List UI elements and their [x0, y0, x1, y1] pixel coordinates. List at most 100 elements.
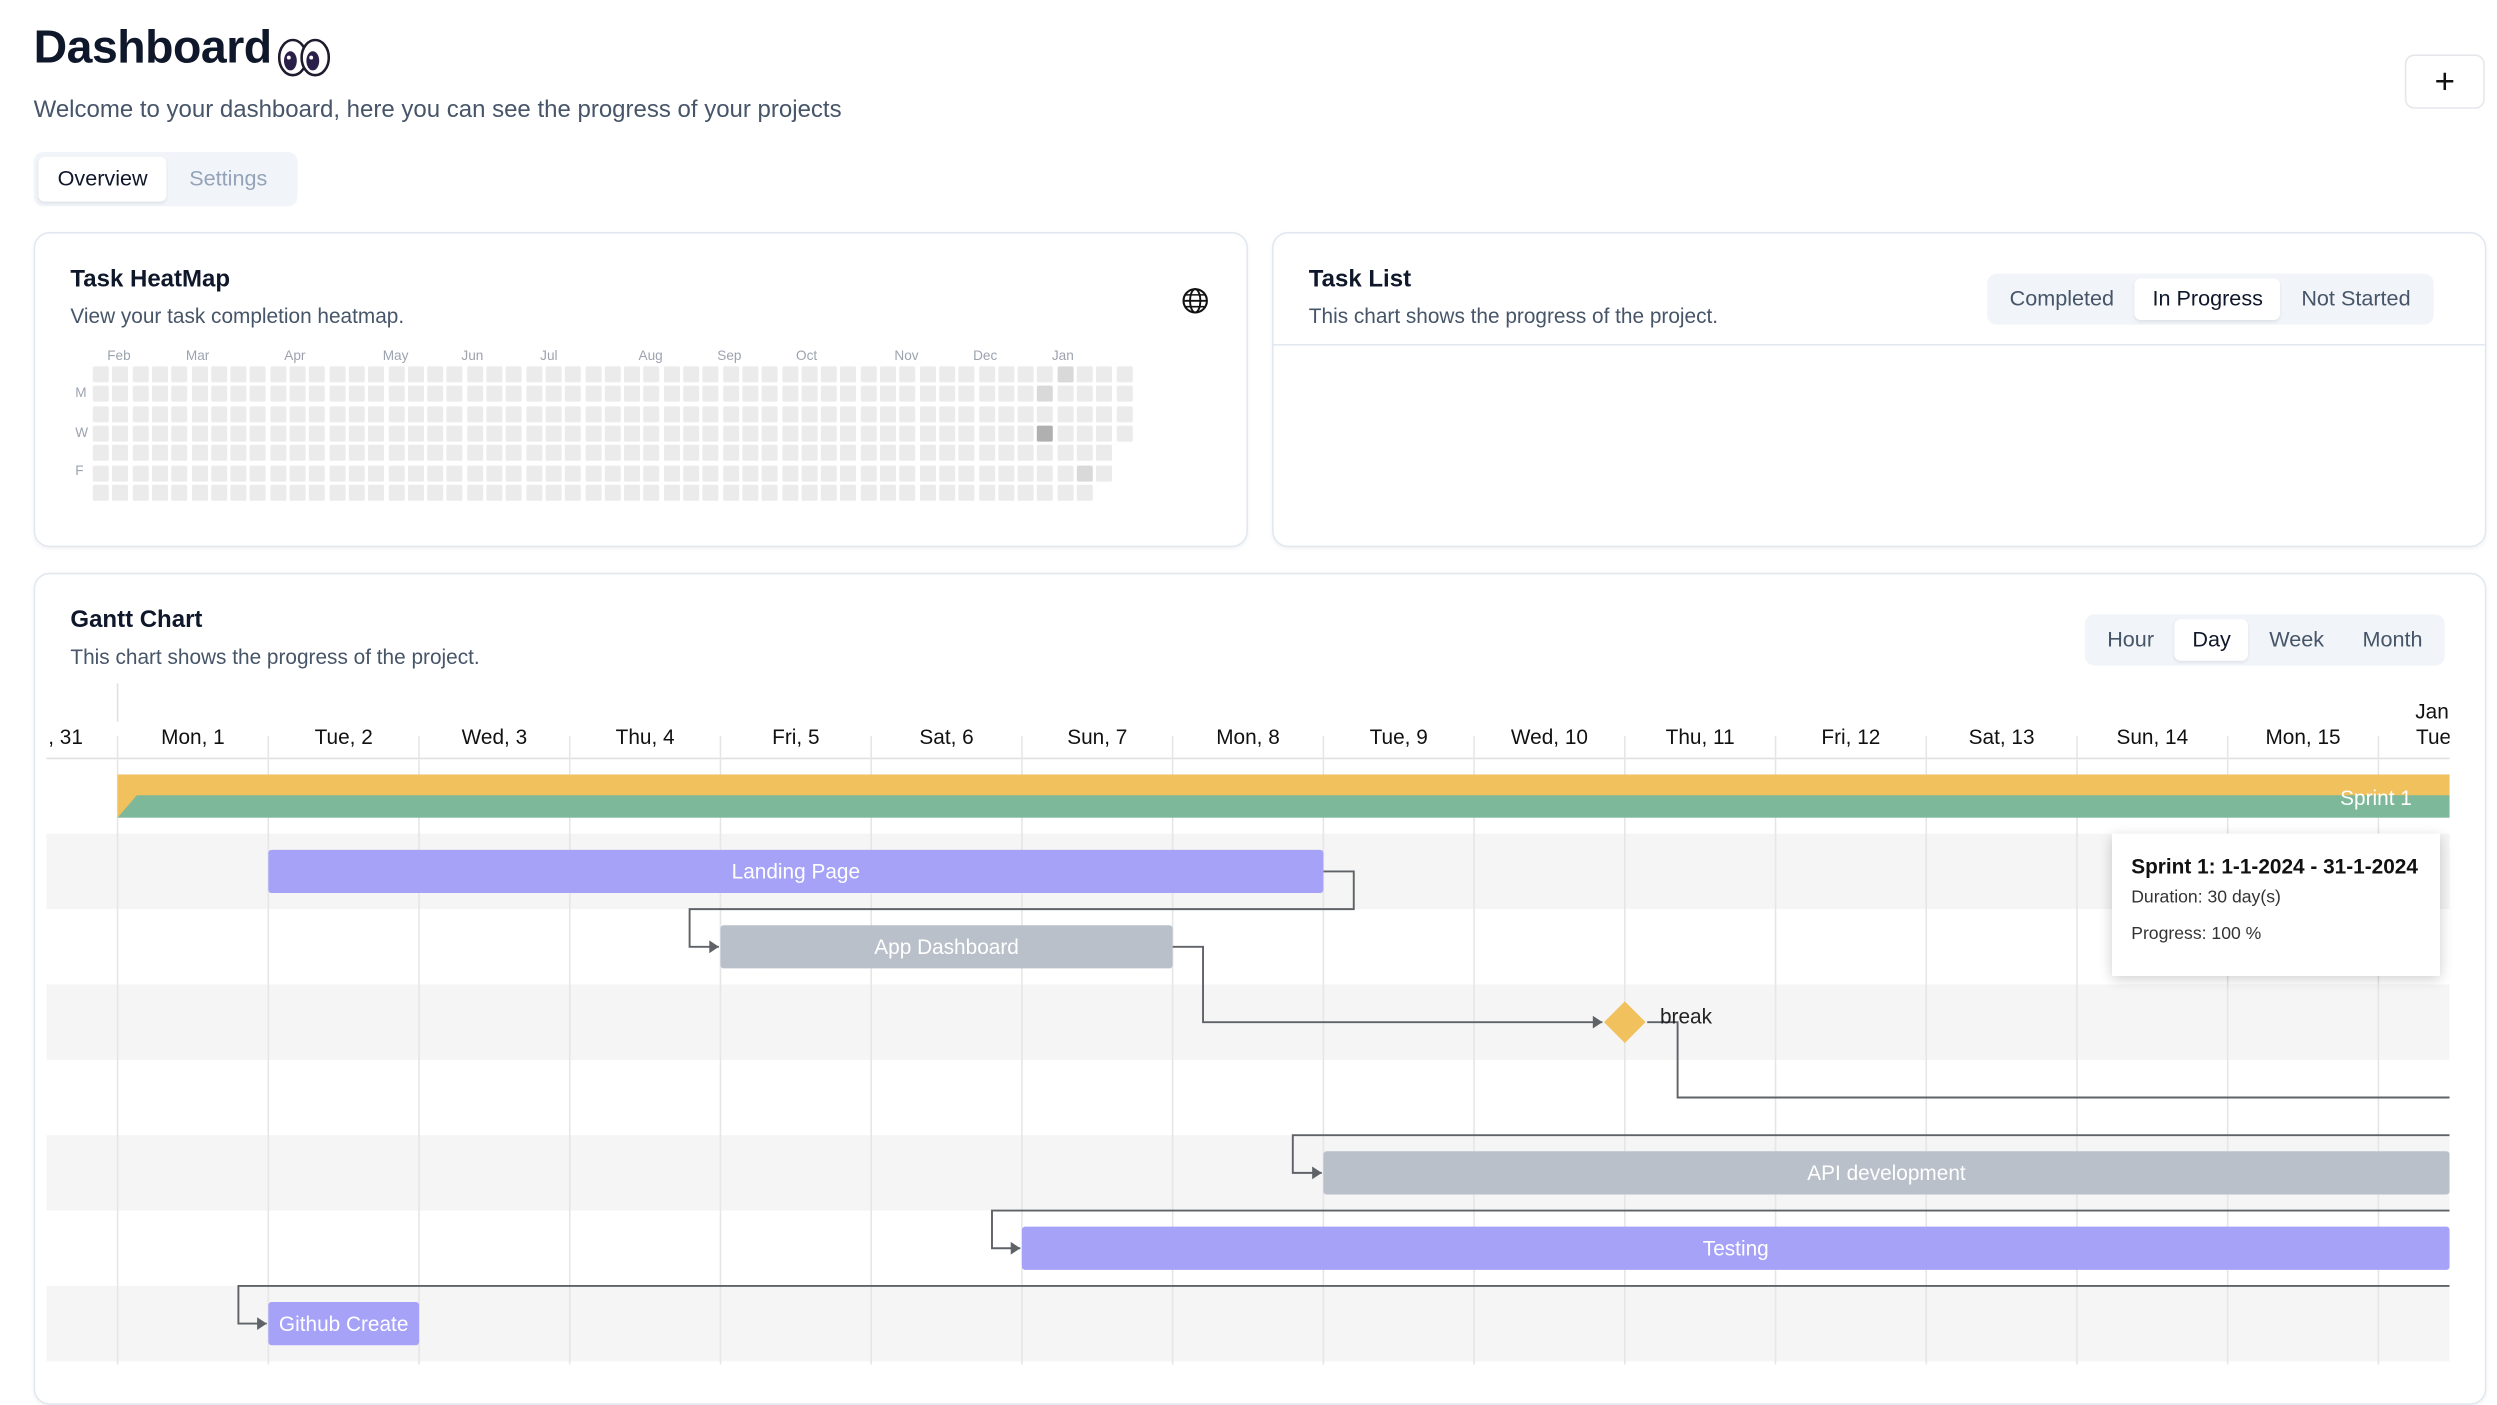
- heatmap-cell[interactable]: [151, 425, 168, 442]
- heatmap-cell[interactable]: [840, 445, 857, 462]
- heatmap-cell[interactable]: [289, 386, 306, 403]
- heatmap-cell[interactable]: [683, 425, 700, 442]
- heatmap-cell[interactable]: [486, 386, 503, 403]
- heatmap-cell[interactable]: [761, 445, 778, 462]
- heatmap-cell[interactable]: [466, 366, 483, 383]
- heatmap-cell[interactable]: [998, 425, 1015, 442]
- heatmap-cell[interactable]: [1037, 386, 1054, 403]
- heatmap-cell[interactable]: [1037, 366, 1054, 383]
- heatmap-cell[interactable]: [269, 405, 286, 422]
- heatmap-cell[interactable]: [230, 464, 247, 481]
- heatmap-cell[interactable]: [643, 405, 660, 422]
- heatmap-cell[interactable]: [309, 405, 326, 422]
- heatmap-cell[interactable]: [604, 464, 621, 481]
- heatmap-cell[interactable]: [525, 464, 542, 481]
- tab-overview[interactable]: Overview: [38, 156, 167, 202]
- heatmap-cell[interactable]: [761, 484, 778, 501]
- heatmap-cell[interactable]: [486, 484, 503, 501]
- heatmap-cell[interactable]: [1076, 425, 1093, 442]
- heatmap-cell[interactable]: [250, 425, 267, 442]
- heatmap-cell[interactable]: [1017, 366, 1034, 383]
- heatmap-cell[interactable]: [388, 445, 404, 462]
- heatmap-cell[interactable]: [683, 366, 700, 383]
- heatmap-cell[interactable]: [1057, 464, 1074, 481]
- heatmap-cell[interactable]: [427, 405, 444, 422]
- heatmap-cell[interactable]: [781, 425, 798, 442]
- heatmap-cell[interactable]: [132, 484, 149, 501]
- heatmap-cell[interactable]: [545, 405, 562, 422]
- heatmap-cell[interactable]: [191, 445, 208, 462]
- heatmap-cell[interactable]: [210, 445, 227, 462]
- heatmap-cell[interactable]: [958, 445, 975, 462]
- heatmap-cell[interactable]: [171, 484, 188, 501]
- heatmap-cell[interactable]: [702, 464, 719, 481]
- heatmap-cell[interactable]: [801, 484, 818, 501]
- heatmap-cell[interactable]: [427, 464, 444, 481]
- heatmap-cell[interactable]: [368, 484, 385, 501]
- heatmap-cell[interactable]: [545, 425, 562, 442]
- heatmap-cell[interactable]: [368, 445, 385, 462]
- heatmap-cell[interactable]: [761, 386, 778, 403]
- heatmap-cell[interactable]: [722, 484, 739, 501]
- heatmap-cell[interactable]: [191, 464, 208, 481]
- heatmap-cell[interactable]: [880, 484, 896, 501]
- heatmap-cell[interactable]: [565, 425, 582, 442]
- heatmap-cell[interactable]: [525, 386, 542, 403]
- heatmap-cell[interactable]: [624, 445, 641, 462]
- heatmap-cell[interactable]: [919, 386, 936, 403]
- heatmap-cell[interactable]: [525, 405, 542, 422]
- heatmap-cell[interactable]: [388, 484, 404, 501]
- heatmap-cell[interactable]: [525, 445, 542, 462]
- heatmap-cell[interactable]: [584, 405, 601, 422]
- heatmap-cell[interactable]: [663, 445, 680, 462]
- heatmap-cell[interactable]: [781, 386, 798, 403]
- heatmap-cell[interactable]: [801, 405, 818, 422]
- heatmap-cell[interactable]: [939, 405, 956, 422]
- heatmap-cell[interactable]: [663, 425, 680, 442]
- heatmap-cell[interactable]: [506, 464, 523, 481]
- heatmap-cell[interactable]: [643, 386, 660, 403]
- heatmap-cell[interactable]: [624, 405, 641, 422]
- heatmap-cell[interactable]: [663, 386, 680, 403]
- heatmap-cell[interactable]: [151, 366, 168, 383]
- heatmap-cell[interactable]: [624, 386, 641, 403]
- heatmap-cell[interactable]: [781, 405, 798, 422]
- heatmap-cell[interactable]: [348, 366, 365, 383]
- heatmap-cell[interactable]: [447, 464, 464, 481]
- heatmap-cell[interactable]: [860, 445, 877, 462]
- heatmap-cell[interactable]: [565, 405, 582, 422]
- heatmap-cell[interactable]: [998, 484, 1015, 501]
- heatmap-cell[interactable]: [269, 366, 286, 383]
- heatmap-cell[interactable]: [230, 445, 247, 462]
- heatmap-cell[interactable]: [702, 366, 719, 383]
- heatmap-cell[interactable]: [742, 366, 759, 383]
- heatmap-cell[interactable]: [328, 464, 345, 481]
- heatmap-cell[interactable]: [742, 464, 759, 481]
- heatmap-cell[interactable]: [171, 386, 188, 403]
- heatmap-cell[interactable]: [289, 464, 306, 481]
- heatmap-cell[interactable]: [565, 484, 582, 501]
- heatmap-cell[interactable]: [742, 405, 759, 422]
- heatmap-cell[interactable]: [584, 445, 601, 462]
- heatmap-cell[interactable]: [112, 425, 129, 442]
- heatmap-cell[interactable]: [427, 425, 444, 442]
- heatmap-cell[interactable]: [840, 405, 857, 422]
- heatmap-cell[interactable]: [309, 484, 326, 501]
- globe-icon[interactable]: [1181, 286, 1210, 315]
- heatmap-cell[interactable]: [1116, 425, 1133, 442]
- heatmap-cell[interactable]: [1076, 445, 1093, 462]
- heatmap-cell[interactable]: [939, 464, 956, 481]
- heatmap-cell[interactable]: [722, 464, 739, 481]
- heatmap-cell[interactable]: [151, 464, 168, 481]
- heatmap-cell[interactable]: [742, 425, 759, 442]
- heatmap-cell[interactable]: [132, 445, 149, 462]
- heatmap-cell[interactable]: [899, 386, 916, 403]
- heatmap-cell[interactable]: [309, 366, 326, 383]
- heatmap-cell[interactable]: [545, 484, 562, 501]
- heatmap-cell[interactable]: [643, 425, 660, 442]
- heatmap-cell[interactable]: [584, 425, 601, 442]
- heatmap-cell[interactable]: [899, 484, 916, 501]
- heatmap-cell[interactable]: [112, 366, 129, 383]
- heatmap-cell[interactable]: [269, 484, 286, 501]
- heatmap-cell[interactable]: [565, 386, 582, 403]
